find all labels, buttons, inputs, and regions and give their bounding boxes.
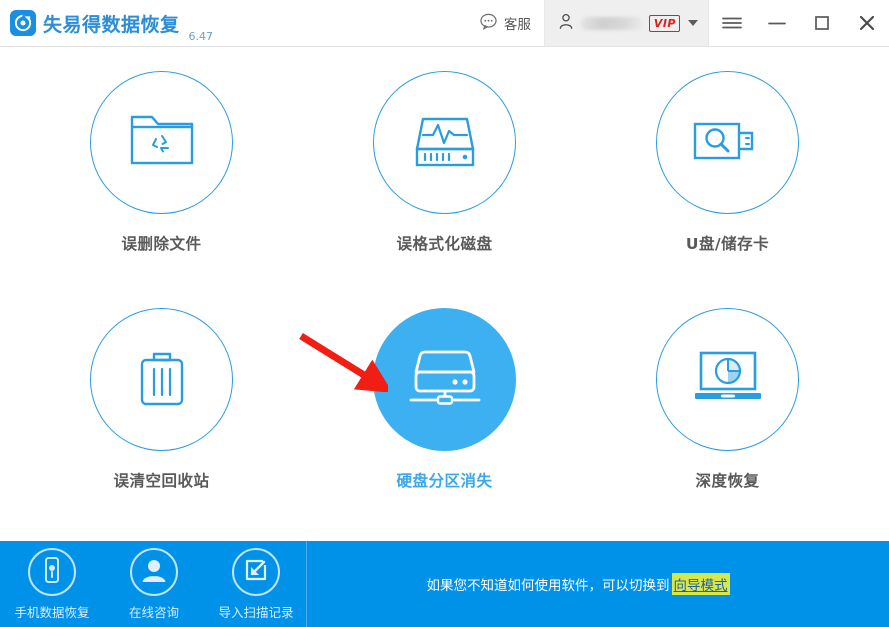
hamburger-menu-button[interactable] [709, 0, 754, 46]
minimize-button[interactable] [754, 0, 799, 46]
app-logo-icon [10, 10, 36, 36]
user-account-menu[interactable]: VIP [543, 0, 709, 46]
mobile-phone-icon [40, 556, 64, 588]
disk-pulse-icon [411, 109, 479, 177]
person-support-icon [139, 555, 169, 589]
phone-data-recovery-button[interactable]: 手机数据恢复 [14, 547, 90, 621]
customer-support-label: 客服 [503, 17, 531, 33]
recovery-mode-grid: 误删除文件 误格式化磁盘 U盘/储存卡 误清空回收站 硬盘分区消失 深度恢复 [0, 47, 889, 541]
close-button[interactable] [844, 0, 889, 46]
bottom-toolbar: 手机数据恢复 在线咨询 导入扫描记录 如果您不知道如何使用软件，可以切换到 向导… [0, 541, 889, 627]
app-brand: 失易得数据恢复 6.47 [0, 0, 213, 46]
maximize-button[interactable] [799, 0, 844, 46]
bottom-icon-circle [130, 547, 178, 596]
mode-lost-partition[interactable]: 硬盘分区消失 [303, 302, 586, 539]
online-support-button[interactable]: 在线咨询 [116, 547, 192, 621]
chevron-down-icon[interactable] [688, 20, 698, 26]
customer-support-button[interactable]: 客服 [466, 0, 544, 46]
mode-icon-circle [373, 71, 516, 214]
mode-label: 误清空回收站 [113, 472, 210, 490]
import-scan-log-button[interactable]: 导入扫描记录 [218, 547, 294, 621]
mode-label: U盘/储存卡 [685, 235, 770, 253]
username-redacted [580, 16, 643, 30]
app-version: 6.47 [188, 30, 214, 43]
mode-usb-memory-card[interactable]: U盘/储存卡 [586, 65, 869, 302]
folder-recycle-icon [126, 109, 198, 177]
mode-icon-circle [90, 308, 233, 451]
mode-icon-circle [90, 71, 233, 214]
wizard-mode-hint: 如果您不知道如何使用软件，可以切换到 向导模式 [307, 573, 889, 595]
mode-icon-circle-selected [373, 308, 516, 451]
mode-icon-circle [656, 71, 799, 214]
titlebar: 失易得数据恢复 6.47 客服 VIP [0, 0, 889, 47]
person-icon [557, 12, 575, 35]
bottom-item-label: 导入扫描记录 [218, 604, 294, 620]
mode-deleted-files[interactable]: 误删除文件 [20, 65, 303, 302]
mode-deep-recovery[interactable]: 深度恢复 [586, 302, 869, 539]
mode-label: 误格式化磁盘 [396, 235, 493, 253]
mode-label: 硬盘分区消失 [396, 472, 493, 490]
wizard-hint-text: 如果您不知道如何使用软件，可以切换到 [426, 578, 670, 594]
trash-can-icon [132, 344, 192, 416]
mode-emptied-recycle-bin[interactable]: 误清空回收站 [20, 302, 303, 539]
mode-label: 深度恢复 [695, 472, 760, 490]
mode-label: 误删除文件 [121, 235, 202, 253]
import-arrow-icon [243, 557, 269, 587]
mode-icon-circle [656, 308, 799, 451]
usb-search-icon [690, 113, 766, 173]
app-title: 失易得数据恢复 [43, 13, 180, 36]
bottom-item-label: 手机数据恢复 [14, 604, 90, 620]
bottom-icon-circle [232, 547, 280, 596]
bottom-item-label: 在线咨询 [128, 604, 179, 620]
speech-bubble-icon [479, 12, 498, 35]
network-drive-icon [403, 342, 487, 418]
wizard-mode-link[interactable]: 向导模式 [671, 573, 730, 595]
window-controls [709, 0, 889, 46]
titlebar-spacer [213, 0, 466, 46]
laptop-pie-icon [688, 347, 768, 413]
vip-badge: VIP [648, 14, 680, 32]
bottom-icon-circle [28, 547, 76, 596]
bottom-toolbar-items: 手机数据恢复 在线咨询 导入扫描记录 [0, 547, 294, 621]
mode-formatted-disk[interactable]: 误格式化磁盘 [303, 65, 586, 302]
